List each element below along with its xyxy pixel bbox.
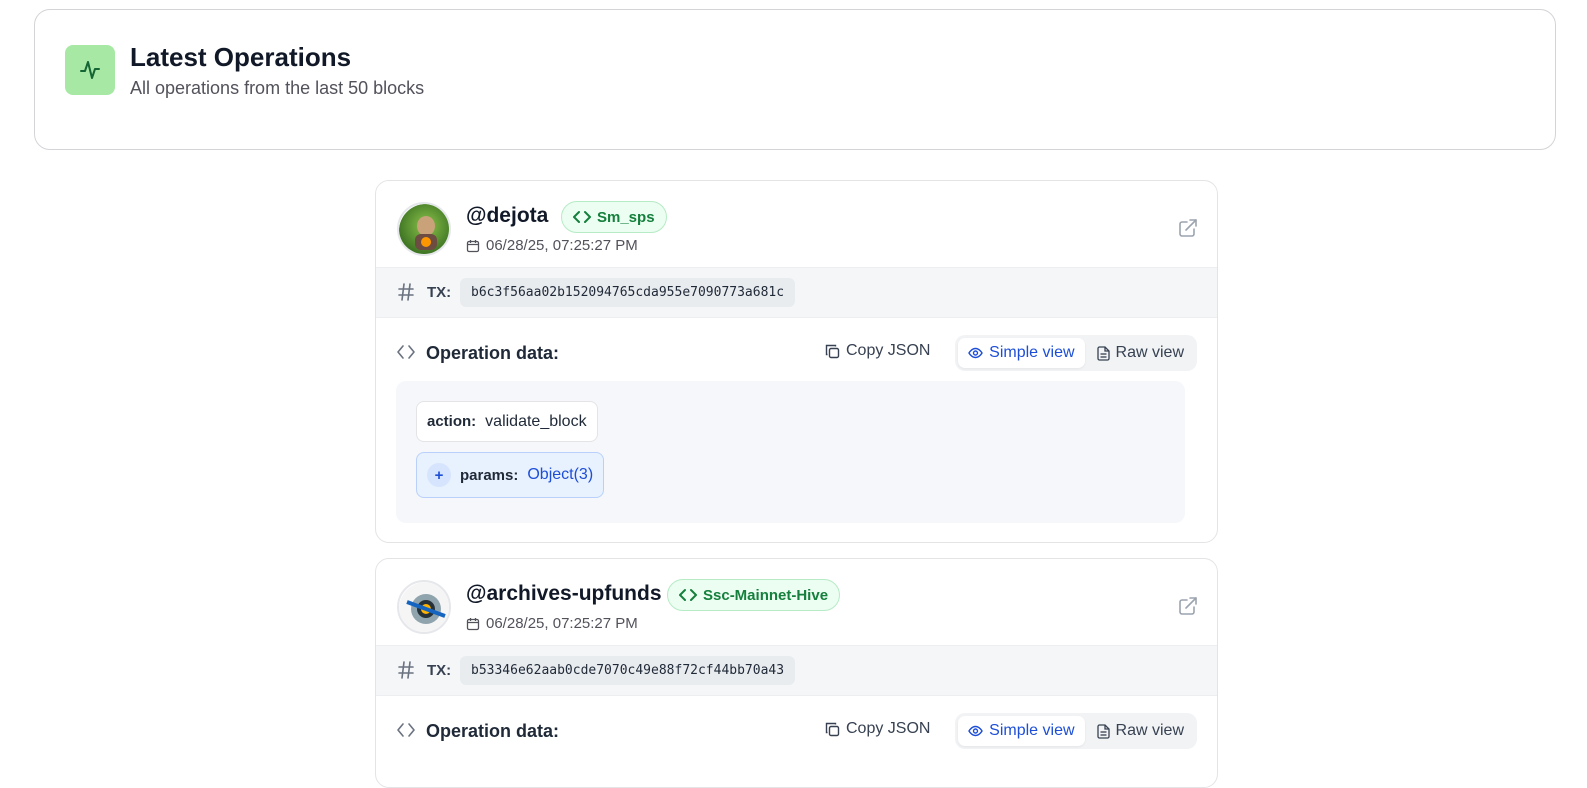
copy-json-button[interactable]: Copy JSON	[825, 720, 930, 738]
external-link-icon[interactable]	[1178, 596, 1198, 616]
tx-hash[interactable]: b6c3f56aa02b152094765cda955e7090773a681c	[460, 278, 796, 307]
raw-view-label: Raw view	[1115, 722, 1184, 739]
copy-icon	[825, 344, 840, 358]
operation-data-header: Operation data: Copy JSON Simple view Ra…	[376, 318, 1217, 384]
calendar-icon	[466, 617, 480, 630]
simple-view-label: Simple view	[989, 722, 1075, 739]
operation-data-label: Operation data:	[426, 721, 560, 741]
expand-button[interactable]: +	[427, 463, 451, 487]
timestamp-text: 06/28/25, 07:25:27 PM	[486, 237, 638, 254]
field-params[interactable]: + params: Object(3)	[416, 452, 605, 498]
file-icon	[1096, 345, 1110, 361]
raw-view-button[interactable]: Raw view	[1087, 338, 1194, 368]
operation-type-badge[interactable]: Ssc-Mainnet-Hive	[667, 579, 841, 611]
simple-view-label: Simple view	[989, 344, 1075, 361]
copy-json-label: Copy JSON	[846, 720, 931, 737]
badge-label: Sm_sps	[597, 208, 655, 226]
username-link[interactable]: @dejota	[466, 204, 548, 228]
hash-icon	[398, 661, 414, 679]
view-toggle: Simple view Raw view	[955, 335, 1197, 371]
operation-card: @dejota Sm_sps 06/28/25, 07:25:27 PM TX:…	[375, 180, 1218, 543]
file-icon	[1096, 723, 1110, 739]
raw-view-label: Raw view	[1115, 344, 1184, 361]
tx-hash[interactable]: b53346e62aab0cde7070c49e88f72cf44bb70a43	[460, 656, 796, 685]
operation-type-badge[interactable]: Sm_sps	[561, 201, 667, 233]
transaction-row: TX: b6c3f56aa02b152094765cda955e7090773a…	[376, 267, 1217, 318]
operation-data-body: action: validate_block + params: Object(…	[396, 381, 1185, 523]
operation-timestamp: 06/28/25, 07:25:27 PM	[466, 615, 638, 632]
eye-icon	[968, 725, 983, 737]
avatar[interactable]	[397, 580, 451, 634]
operation-header: @archives-upfunds Ssc-Mainnet-Hive 06/28…	[376, 559, 1217, 645]
operation-card: @archives-upfunds Ssc-Mainnet-Hive 06/28…	[375, 558, 1218, 788]
transaction-row: TX: b53346e62aab0cde7070c49e88f72cf44bb7…	[376, 645, 1217, 696]
field-key: params:	[460, 466, 519, 484]
code-brackets-icon	[573, 211, 591, 223]
page-title: Latest Operations	[130, 42, 352, 72]
username-link[interactable]: @archives-upfunds	[466, 582, 662, 606]
badge-label: Ssc-Mainnet-Hive	[703, 586, 829, 604]
field-key: action:	[427, 413, 477, 430]
simple-view-button[interactable]: Simple view	[958, 716, 1085, 746]
copy-icon	[825, 722, 840, 736]
hash-icon	[398, 283, 414, 301]
tx-label: TX:	[427, 284, 452, 301]
raw-view-button[interactable]: Raw view	[1087, 716, 1194, 746]
view-toggle: Simple view Raw view	[955, 713, 1197, 749]
copy-json-button[interactable]: Copy JSON	[825, 342, 930, 360]
code-brackets-icon	[397, 345, 415, 359]
timestamp-text: 06/28/25, 07:25:27 PM	[486, 615, 638, 632]
operation-data-label: Operation data:	[426, 343, 560, 363]
page-header-card: Latest Operations All operations from th…	[34, 9, 1556, 150]
copy-json-label: Copy JSON	[846, 342, 931, 359]
activity-pulse-icon	[65, 45, 115, 95]
field-action: action: validate_block	[416, 401, 598, 442]
operation-timestamp: 06/28/25, 07:25:27 PM	[466, 237, 638, 254]
eye-icon	[968, 347, 983, 359]
external-link-icon[interactable]	[1178, 218, 1198, 238]
tx-label: TX:	[427, 662, 452, 679]
code-brackets-icon	[679, 589, 697, 601]
operation-header: @dejota Sm_sps 06/28/25, 07:25:27 PM	[376, 181, 1217, 267]
calendar-icon	[466, 239, 480, 252]
avatar[interactable]	[397, 202, 451, 256]
simple-view-button[interactable]: Simple view	[958, 338, 1085, 368]
operation-data-header: Operation data: Copy JSON Simple view Ra…	[376, 696, 1217, 762]
field-value[interactable]: Object(3)	[527, 466, 593, 484]
page-subtitle: All operations from the last 50 blocks	[130, 78, 425, 98]
code-brackets-icon	[397, 723, 415, 737]
field-value: validate_block	[485, 412, 587, 430]
